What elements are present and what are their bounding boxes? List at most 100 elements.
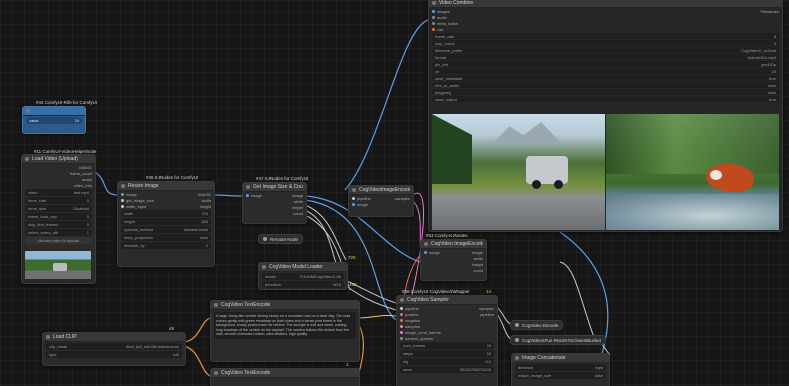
widget-label: value — [29, 118, 39, 123]
node-header: Video Combine — [429, 0, 782, 8]
node-header: Load Video (Upload) — [22, 155, 95, 164]
widget-label: keep_proportion — [124, 235, 153, 240]
value-node[interactable]: value 24 — [22, 106, 86, 134]
widget-label: pix_fmt — [435, 61, 448, 67]
widget-row[interactable]: num_frames 49 — [400, 342, 494, 349]
node-header: Get Image Size & Count — [243, 183, 306, 192]
widget-row[interactable]: height 480 — [121, 218, 211, 225]
widget-value: true — [769, 96, 776, 102]
dot-icon — [46, 335, 50, 339]
widget-row[interactable]: direction right — [515, 364, 606, 371]
video-combine-node[interactable]: Video Combine images Filenames audio meta… — [428, 0, 783, 232]
widget-row[interactable]: select_every_nth 1 — [25, 229, 92, 236]
socket-label: count — [293, 210, 303, 216]
widget-row[interactable]: save_output true — [432, 96, 779, 102]
widget-row[interactable]: clip_name t5xxl_fp8_e4m3fn.safetensors — [46, 343, 182, 350]
node-title: CogVideo Model Loader — [269, 264, 323, 270]
widget-value: 49 — [486, 343, 491, 348]
widget-row[interactable]: width 720 — [121, 210, 211, 217]
widget-row[interactable]: model THUDM/CogVideoX-5b — [262, 273, 344, 280]
socket-label: samples — [405, 323, 420, 329]
upload-button[interactable]: choose video to upload — [25, 237, 92, 244]
mountain-shape — [492, 122, 562, 144]
text-encode-negative-node[interactable]: CogVideo TextEncode — [210, 368, 360, 386]
node-header: CogVideoImageEncode — [349, 186, 413, 195]
load-video-node[interactable]: Load Video (Upload) IMAGE frame_count au… — [21, 154, 96, 284]
widget-row[interactable]: type sd3 — [46, 351, 182, 358]
widget-row[interactable]: crf 19 — [432, 68, 779, 74]
widget-value: 65334758276105 — [459, 367, 491, 372]
widget-row[interactable]: format video/h264-mp4 — [432, 54, 779, 60]
widget-row[interactable]: keep_proportion false — [121, 234, 211, 241]
widget-row[interactable]: skip_first_frames 0 — [25, 221, 92, 228]
dot-icon — [515, 338, 519, 342]
widget-row[interactable]: divisible_by 2 — [121, 242, 211, 249]
output-socket[interactable]: video_info — [25, 182, 92, 188]
widget-row[interactable]: match_image_size false — [515, 372, 606, 379]
socket-label: image — [292, 192, 303, 198]
node-badge: #44 ComfyUI-Rife for ComfyUI — [36, 100, 98, 105]
text-encode-positive-node[interactable]: CogVideo TextEncode A large Jimny-like v… — [210, 300, 360, 362]
widget-label: type — [49, 352, 57, 357]
input-socket[interactable]: width_input height — [121, 203, 211, 209]
node-badge: #53 Comfy-KJNodes — [426, 233, 468, 238]
socket-label: image_cond_latents — [405, 329, 441, 335]
node-badge: #45 KJNodes for ComfyUI — [146, 175, 199, 180]
widget-label: steps — [403, 351, 413, 356]
input-socket[interactable]: vae — [432, 26, 779, 32]
widget-row[interactable]: force_size Disabled — [25, 205, 92, 212]
clip-loader-node[interactable]: Load CLIP clip_name t5xxl_fp8_e4m3fn.safe… — [42, 332, 186, 366]
widget-row[interactable]: pix_fmt yuv420p — [432, 61, 779, 67]
widget-row[interactable]: frame_rate 8 — [432, 33, 779, 39]
widget-row[interactable]: pingpong false — [432, 89, 779, 95]
socket-label: audio — [82, 176, 92, 182]
input-socket[interactable]: context_options — [400, 335, 494, 341]
widget-row[interactable]: loop_count 0 — [432, 40, 779, 46]
node-badge: #49 ComfyUI-CogVideoXWrapper — [402, 289, 470, 294]
widget-value: 19 — [771, 68, 776, 74]
car-shape — [53, 263, 67, 271]
prompt-textarea[interactable]: A large Jimny-like vehicle driving slowl… — [214, 312, 356, 339]
socket-label: video_info — [73, 182, 92, 188]
widget-row[interactable]: cfg 6.0 — [400, 358, 494, 365]
widget-row[interactable]: seed 65334758276105 — [400, 366, 494, 373]
dot-icon — [263, 237, 267, 241]
widget-value: 8 — [773, 33, 776, 39]
image-encode-node-2[interactable]: CogVideo ImageEncode image image width he… — [420, 239, 487, 281]
node-graph-canvas[interactable]: #44 ComfyUI-Rife for ComfyUI value 24 #11… — [0, 0, 789, 386]
image-encode-node[interactable]: CogVideoImageEncode pipeline samples imag… — [348, 185, 414, 217]
socket-label: context_options — [405, 335, 434, 341]
widget-row[interactable]: video test.mp4 — [25, 189, 92, 196]
widget-row[interactable]: upscale_method nearest-exact — [121, 226, 211, 233]
widget-row[interactable]: filename_prefix CogVideoX_vid2vid — [432, 47, 779, 53]
wire-orange-2 — [183, 345, 211, 377]
widget-row[interactable]: force_rate 0 — [25, 197, 92, 204]
widget-row[interactable]: value 24 — [26, 117, 82, 124]
resize-bucket-node[interactable]: CogVideoXFun ResizeToClosestBucket — [510, 335, 606, 345]
widget-label: height — [124, 219, 135, 224]
widget-row[interactable]: save_metadata true — [432, 75, 779, 81]
widget-row[interactable]: frame_load_cap 0 — [25, 213, 92, 220]
output-socket[interactable]: count — [424, 267, 483, 273]
decode-node[interactable]: CogVideo Decode — [510, 320, 564, 330]
widget-value: 0 — [86, 214, 89, 219]
input-socket[interactable]: image — [352, 201, 410, 207]
widget-row[interactable]: trim_to_audio false — [432, 82, 779, 88]
widget-row[interactable]: steps 50 — [400, 350, 494, 357]
widget-value: bf16 — [333, 282, 341, 287]
widget-label: force_rate — [28, 198, 47, 203]
output-socket[interactable]: count — [246, 210, 303, 216]
button-label: choose video to upload — [37, 238, 80, 243]
resize-image-node[interactable]: Resize Image image IMAGE get_image_size wi… — [117, 181, 215, 267]
cogvideo-sampler-node[interactable]: CogVideo Sampler pipeline samples positiv… — [396, 295, 498, 386]
widget-value: 24 — [74, 118, 79, 123]
socket-label: pipeline — [357, 195, 371, 201]
image-concatenate-node[interactable]: Image Concatenate direction right match_i… — [511, 353, 610, 386]
node-title: Load CLIP — [53, 334, 77, 340]
model-loader-node[interactable]: CogVideo Model Loader model THUDM/CogVide… — [258, 262, 348, 290]
widget-label: skip_first_frames — [28, 222, 59, 227]
get-image-size-node[interactable]: Get Image Size & Count image image width … — [242, 182, 307, 224]
socket-label: count — [473, 267, 483, 273]
reroute-node[interactable]: Reroute Node — [258, 234, 304, 244]
widget-row[interactable]: precision bf16 — [262, 281, 344, 288]
